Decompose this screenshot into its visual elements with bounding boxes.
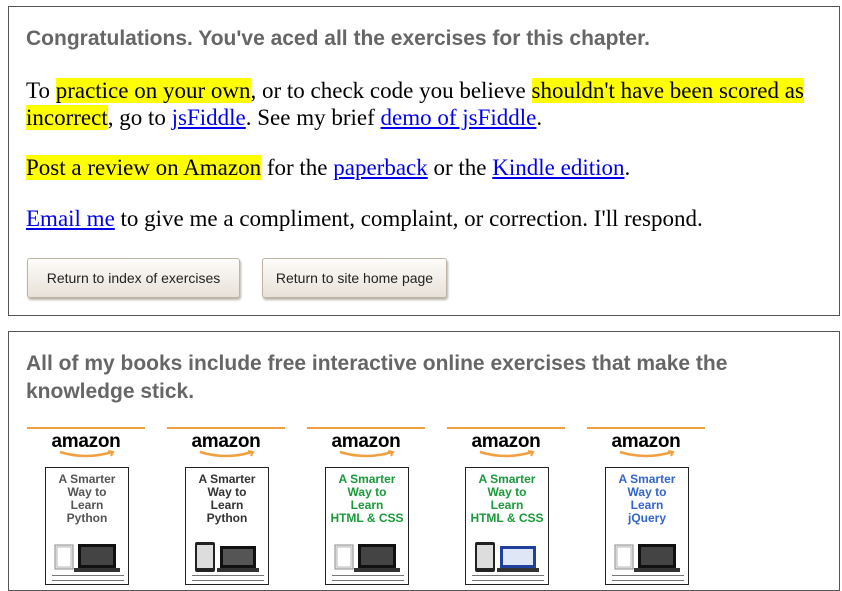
jsfiddle-demo-link[interactable]: demo of jsFiddle [381, 105, 537, 130]
amazon-logo: amazon [191, 431, 261, 452]
return-to-home-button[interactable]: Return to site home page [262, 258, 447, 298]
paperback-link[interactable]: paperback [333, 155, 428, 180]
book-cover: A Smarter Way to Learn jQuery [605, 467, 689, 585]
cover-footer [472, 575, 544, 581]
book-laptop-icon [614, 544, 680, 572]
highlighted-text: practice on your own [55, 78, 251, 103]
book-laptop-icon [54, 544, 120, 572]
return-to-index-button[interactable]: Return to index of exercises [27, 258, 240, 298]
para-text: to give me a compliment, complaint, or c… [114, 206, 703, 231]
congrats-heading: Congratulations. You've aced all the exe… [26, 27, 650, 50]
amazon-logo: amazon [471, 431, 541, 452]
book-cover: A Smarter Way to Learn HTML & CSS [465, 467, 549, 585]
cover-footer [192, 575, 264, 581]
para-text: . See my brief [245, 105, 381, 130]
para-text: To [26, 78, 56, 103]
tablet-laptop-icon [475, 542, 539, 572]
book-tile[interactable]: amazon A Smarter Way to Learn Python [167, 427, 285, 589]
book-title: A Smarter Way to Learn Python [198, 472, 256, 525]
amazon-logo: amazon [611, 431, 681, 452]
book-tile[interactable]: amazon A Smarter Way to Learn HTML & CSS [307, 427, 425, 589]
para-text: or the [427, 155, 493, 180]
book-tile[interactable]: amazon A Smarter Way to Learn Python [27, 427, 145, 589]
book-tile[interactable]: amazon A Smarter Way to Learn HTML & CSS [447, 427, 565, 589]
book-title: A Smarter Way to Learn jQuery [618, 472, 676, 525]
book-title: A Smarter Way to Learn HTML & CSS [330, 472, 404, 525]
book-cover: A Smarter Way to Learn Python [45, 467, 129, 585]
books-heading: All of my books include free interactive… [26, 352, 728, 403]
amazon-logo: amazon [331, 431, 401, 452]
book-title: A Smarter Way to Learn Python [58, 472, 116, 525]
book-cover: A Smarter Way to Learn Python [185, 467, 269, 585]
tablet-laptop-icon [195, 542, 259, 572]
para-text: . [624, 155, 631, 180]
para-text: for the [261, 155, 334, 180]
para-text: , go to [107, 105, 172, 130]
book-cover: A Smarter Way to Learn HTML & CSS [325, 467, 409, 585]
books-panel: All of my books include free interactive… [8, 331, 840, 591]
book-laptop-icon [334, 544, 400, 572]
cover-footer [612, 575, 684, 581]
practice-paragraph: To practice on your own, or to check cod… [26, 77, 826, 131]
jsfiddle-link[interactable]: jsFiddle [172, 105, 246, 130]
book-title: A Smarter Way to Learn HTML & CSS [470, 472, 544, 525]
email-me-link[interactable]: Email me [26, 206, 115, 231]
amazon-logo: amazon [51, 431, 121, 452]
congrats-panel: Congratulations. You've aced all the exe… [8, 6, 840, 316]
email-paragraph: Email me to give me a compliment, compla… [26, 205, 826, 232]
cover-footer [52, 575, 124, 581]
para-text: . [536, 105, 543, 130]
book-tile[interactable]: amazon A Smarter Way to Learn jQuery [587, 427, 705, 589]
review-paragraph: Post a review on Amazon for the paperbac… [26, 154, 826, 181]
para-text: , or to check code you believe [250, 78, 532, 103]
highlighted-text: Post a review on Amazon [26, 155, 262, 180]
kindle-edition-link[interactable]: Kindle edition [492, 155, 624, 180]
cover-footer [332, 575, 404, 581]
